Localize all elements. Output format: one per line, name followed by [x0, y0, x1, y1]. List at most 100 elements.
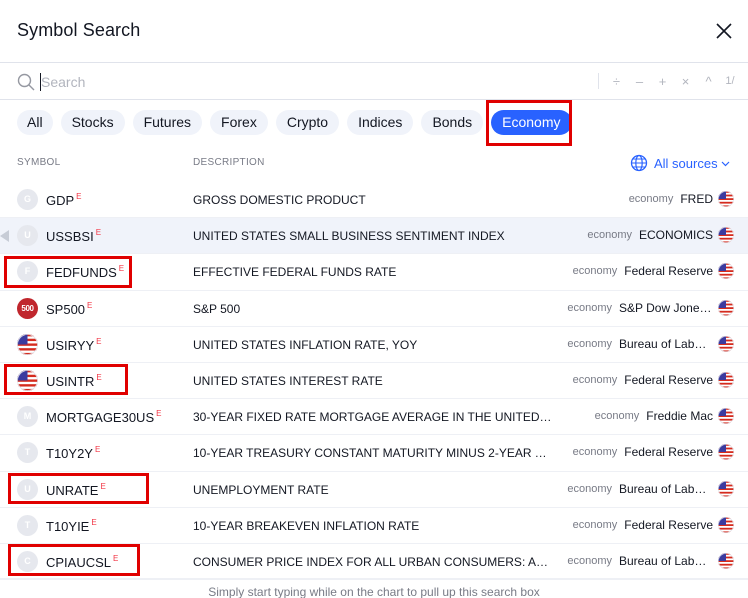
source-name: ECONOMICS [638, 228, 713, 243]
symbol-letter-icon: M [17, 406, 38, 428]
economy-badge: E [113, 553, 119, 563]
all-sources-dropdown[interactable]: All sources [630, 153, 730, 173]
symbol-ticker-text: CPIAUCSL [46, 554, 112, 570]
economy-badge: E [76, 192, 82, 201]
symbol-row[interactable]: T T10YIE E 10-YEAR BREAKEVEN INFLATION RATE… [0, 508, 748, 544]
filter-crypto[interactable]: Crypto [275, 110, 340, 135]
power-tool[interactable]: ^ [697, 74, 720, 89]
economy-badge: E [96, 336, 102, 346]
symbol-ticker-text: SP500 [46, 301, 86, 317]
globe-icon [630, 154, 648, 172]
tools-divider [598, 73, 599, 89]
category-filters: All Stocks Futures Forex Crypto Indices … [17, 110, 580, 136]
divide-tool[interactable]: ÷ [605, 74, 628, 89]
symbol-letter-icon: T [17, 442, 38, 464]
symbol-ticker: USINTR E [46, 373, 102, 389]
filter-all[interactable]: All [17, 110, 53, 135]
symbol-ticker: GDP E [46, 192, 82, 208]
us-flag-icon [17, 369, 38, 391]
source-name: Bureau of Labor Statistics [619, 336, 713, 351]
us-flag-icon [718, 371, 734, 388]
us-flag-icon [718, 299, 734, 316]
symbol-type-label: economy [587, 229, 632, 242]
symbol-row[interactable]: USIRYY E UNITED STATES INFLATION RATE, YOY… [0, 327, 748, 363]
symbol-row[interactable]: F FEDFUNDS E EFFECTIVE FEDERAL FUNDS RATE ec… [0, 254, 748, 291]
symbol-ticker-text: FEDFUNDS [46, 265, 117, 281]
symbol-letter-icon: U [17, 225, 38, 247]
symbol-source: economy S&P Dow Jones Indices [567, 299, 734, 316]
symbol-ticker-text: USINTR [46, 373, 95, 389]
symbol-source: economy Federal Reserve [572, 516, 734, 533]
symbol-ticker: MORTGAGE30US E [46, 409, 161, 425]
symbol-source: economy Bureau of Labor Statistics [567, 335, 734, 352]
symbol-ticker-text: MORTGAGE30US [46, 410, 155, 426]
symbol-type-label: economy [572, 518, 618, 531]
us-flag-icon [718, 516, 734, 533]
symbol-column-header: SYMBOL [17, 157, 61, 168]
us-flag-icon [718, 408, 734, 425]
symbol-ticker-text: UNRATE [46, 482, 99, 498]
symbol-ticker: USSBSI E [46, 228, 101, 244]
sp500-logo-icon: 500 [17, 297, 38, 319]
symbol-description: 30-YEAR FIXED RATE MORTGAGE AVERAGE IN T… [193, 410, 553, 425]
symbol-description: UNITED STATES INTEREST RATE [193, 373, 383, 388]
symbol-description: 10-YEAR BREAKEVEN INFLATION RATE [193, 518, 420, 533]
us-flag-icon [718, 191, 734, 207]
multiply-tool[interactable]: × [674, 74, 697, 89]
reciprocal-tool[interactable]: 1/ [720, 75, 740, 87]
search-icon [17, 73, 35, 91]
search-input[interactable] [41, 69, 561, 95]
symbol-row[interactable]: U USSBSI E UNITED STATES SMALL BUSINESS SEN… [0, 218, 748, 255]
symbol-ticker: USIRYY E [46, 337, 102, 353]
us-flag-icon [718, 552, 734, 569]
filter-futures[interactable]: Futures [132, 110, 203, 135]
symbol-letter-icon: T [17, 514, 38, 536]
us-flag-icon [718, 263, 734, 280]
symbol-row[interactable]: T T10Y2Y E 10-YEAR TREASURY CONSTANT MATURI… [0, 435, 748, 472]
us-flag-icon [718, 227, 734, 244]
symbol-row[interactable]: U UNRATE E UNEMPLOYMENT RATE economy Bureau o… [0, 472, 748, 508]
filter-indices[interactable]: Indices [347, 110, 414, 135]
symbol-letter-icon: F [17, 261, 38, 283]
economy-badge: E [96, 372, 102, 382]
results-list: G GDP E GROSS DOMESTIC PRODUCT economy FRED U U… [0, 182, 748, 581]
symbol-row[interactable]: G GDP E GROSS DOMESTIC PRODUCT economy FRED [0, 182, 748, 219]
row-pointer-marker [0, 230, 9, 243]
description-column-header: DESCRIPTION [193, 157, 265, 168]
source-name: FRED [680, 192, 713, 206]
symbol-letter-icon: U [17, 478, 38, 500]
all-sources-label: All sources [654, 155, 718, 171]
symbol-source: economy Federal Reserve [573, 444, 734, 461]
chevron-down-icon [721, 161, 730, 166]
source-name: Freddie Mac [646, 409, 713, 424]
economy-badge: E [156, 409, 162, 419]
symbol-ticker: CPIAUCSL E [46, 554, 118, 570]
filter-stocks[interactable]: Stocks [60, 110, 125, 135]
economy-badge: E [91, 517, 97, 527]
symbol-ticker-text: T10Y2Y [46, 446, 93, 462]
symbol-source: economy ECONOMICS [587, 227, 734, 244]
us-flag-icon [718, 335, 734, 352]
symbol-type-label: economy [594, 410, 640, 423]
source-name: Bureau of Labor Statistics [619, 481, 713, 496]
source-name: Federal Reserve [624, 445, 713, 460]
symbol-row[interactable]: M MORTGAGE30US E 30-YEAR FIXED RATE MORTGAG… [0, 399, 748, 436]
symbol-type-label: economy [572, 373, 618, 386]
symbol-source: economy Federal Reserve [572, 371, 734, 388]
symbol-source: economy Bureau of Labor Statistics [567, 480, 734, 497]
minus-tool[interactable]: – [628, 74, 651, 89]
symbol-source: economy Federal Reserve [573, 263, 734, 280]
symbol-row[interactable]: C CPIAUCSL E CONSUMER PRICE INDEX FOR ALL U… [0, 544, 748, 581]
close-icon[interactable] [713, 20, 735, 42]
symbol-row[interactable]: USINTR E UNITED STATES INTEREST RATE econom… [0, 363, 748, 400]
symbol-source: economy Bureau of Labor Statistics [567, 552, 734, 569]
symbol-row[interactable]: 500 SP500E S&P 500 economy S&P Dow Jones Ind… [0, 291, 748, 327]
symbol-type-label: economy [567, 337, 612, 350]
symbol-source: economy FRED [629, 191, 734, 207]
filter-economy[interactable]: Economy [491, 110, 572, 135]
filter-forex[interactable]: Forex [210, 110, 268, 135]
us-flag-icon [17, 333, 38, 355]
filter-bonds[interactable]: Bonds [421, 110, 484, 135]
plus-tool[interactable]: + [651, 74, 674, 89]
symbol-ticker-text: GDP [46, 193, 75, 208]
